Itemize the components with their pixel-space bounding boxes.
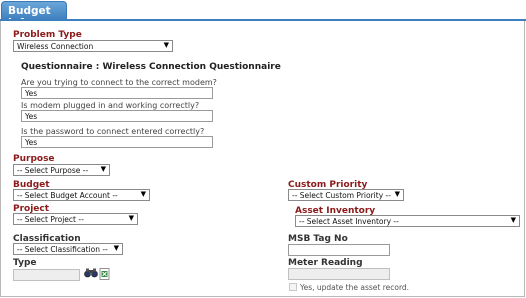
asset-inventory-select[interactable]: -- Select Asset Inventory -- ▼ bbox=[295, 215, 520, 227]
budget-select[interactable]: -- Select Budget Account -- ▼ bbox=[13, 189, 150, 201]
problem-type-value: Wireless Connection bbox=[17, 42, 94, 51]
project-value: -- Select Project -- bbox=[17, 215, 84, 224]
question-2-answer[interactable]: Yes bbox=[21, 110, 213, 122]
problem-type-label: Problem Type bbox=[13, 30, 82, 40]
chevron-down-icon: ▼ bbox=[113, 244, 119, 252]
questionnaire-title: Questionnaire : Wireless Connection Ques… bbox=[21, 62, 281, 72]
msb-tag-input[interactable] bbox=[288, 244, 390, 256]
question-3-answer[interactable]: Yes bbox=[21, 136, 213, 148]
chevron-down-icon: ▼ bbox=[163, 41, 169, 49]
msb-tag-label: MSB Tag No bbox=[288, 234, 348, 244]
meter-reading-label: Meter Reading bbox=[288, 258, 363, 268]
problem-type-select[interactable]: Wireless Connection ▼ bbox=[13, 40, 173, 52]
purpose-label: Purpose bbox=[13, 154, 55, 164]
asset-inventory-value: -- Select Asset Inventory -- bbox=[299, 217, 399, 226]
meter-reading-input bbox=[288, 268, 390, 280]
budget-value: -- Select Budget Account -- bbox=[17, 191, 118, 200]
chevron-down-icon: ▼ bbox=[128, 214, 134, 222]
question-1-text: Are you trying to connect to the correct… bbox=[21, 78, 217, 87]
classification-select[interactable]: -- Select Classification -- ▼ bbox=[13, 243, 123, 255]
question-2-text: Is modem plugged in and working correctl… bbox=[21, 101, 200, 110]
chevron-down-icon: ▼ bbox=[510, 216, 516, 224]
question-1-answer[interactable]: Yes bbox=[21, 87, 213, 99]
update-asset-label: Yes, update the asset record. bbox=[300, 283, 410, 292]
purpose-select[interactable]: -- Select Purpose -- ▼ bbox=[13, 164, 110, 176]
purpose-value: -- Select Purpose -- bbox=[17, 166, 89, 175]
binoculars-icon[interactable] bbox=[84, 268, 98, 280]
chevron-down-icon: ▼ bbox=[394, 190, 400, 198]
project-select[interactable]: -- Select Project -- ▼ bbox=[13, 213, 138, 225]
chevron-down-icon: ▼ bbox=[100, 165, 106, 173]
classification-value: -- Select Classification -- bbox=[17, 245, 108, 254]
tab-budget-info[interactable]: Budget Info bbox=[1, 1, 67, 29]
excel-icon[interactable] bbox=[99, 268, 110, 282]
update-asset-checkbox[interactable] bbox=[289, 283, 297, 291]
custom-priority-value: -- Select Custom Priority -- bbox=[292, 191, 391, 200]
chevron-down-icon: ▼ bbox=[140, 190, 146, 198]
type-label: Type bbox=[13, 258, 37, 268]
custom-priority-select[interactable]: -- Select Custom Priority -- ▼ bbox=[288, 189, 404, 201]
type-input bbox=[13, 269, 80, 281]
question-3-text: Is the password to connect entered corre… bbox=[21, 127, 205, 136]
